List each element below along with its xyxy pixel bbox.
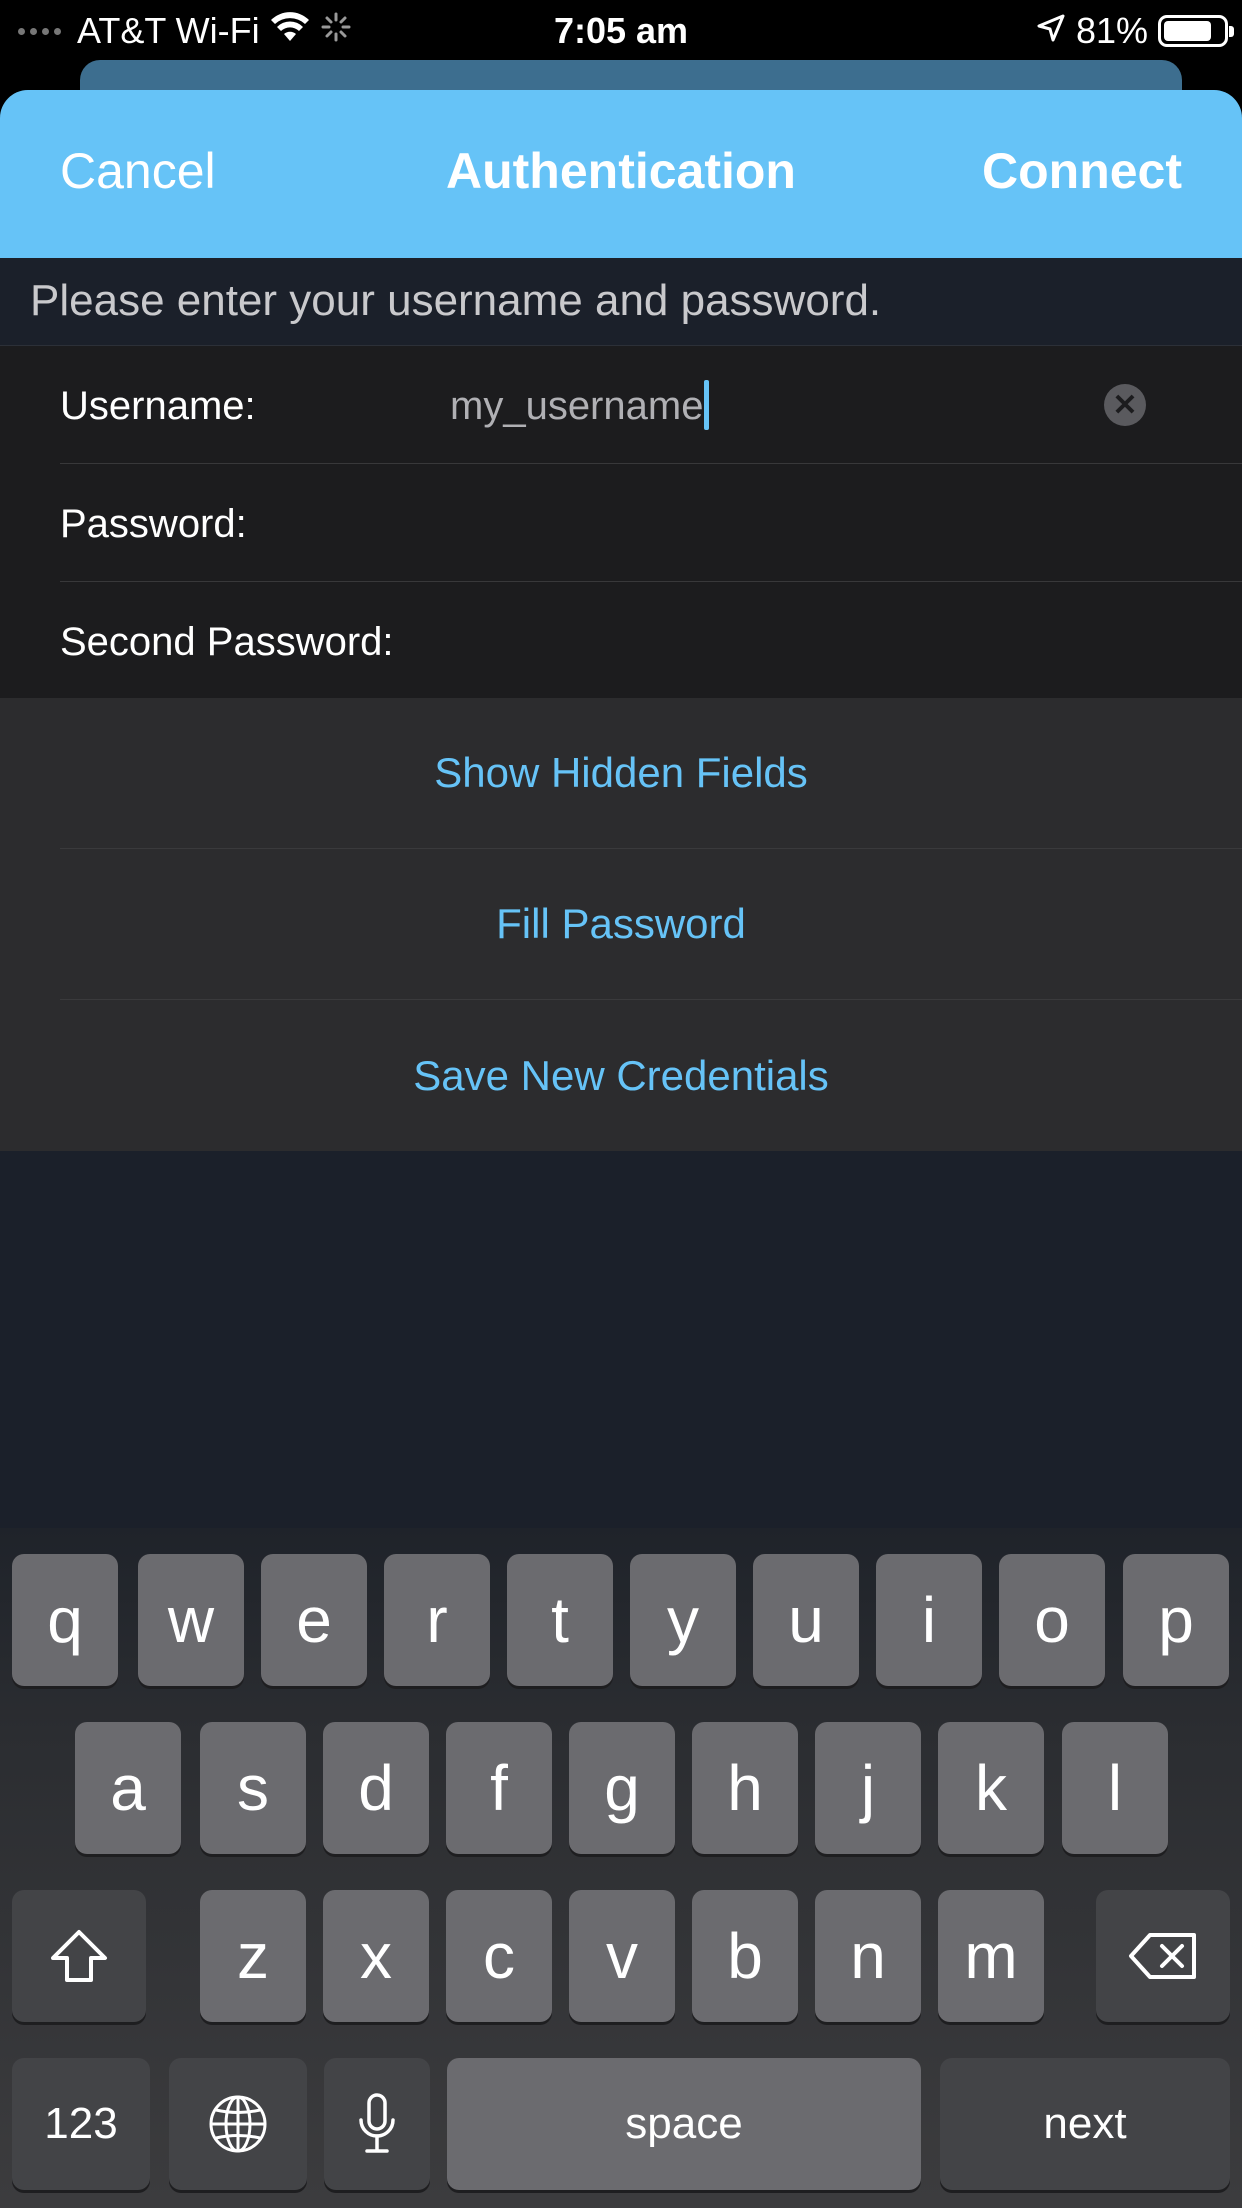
status-bar: AT&T Wi-Fi 7:05 am 81% [0, 0, 1242, 62]
next-key[interactable]: next [940, 2058, 1230, 2190]
key-d[interactable]: d [323, 1722, 429, 1854]
password-field[interactable]: Password: [60, 464, 1242, 582]
key-t[interactable]: t [507, 1554, 613, 1686]
battery-percent: 81% [1075, 10, 1148, 51]
username-input[interactable]: my_username [450, 380, 710, 431]
key-g[interactable]: g [569, 1722, 675, 1854]
delete-key[interactable] [1096, 1890, 1230, 2022]
key-j[interactable]: j [815, 1722, 921, 1854]
second-password-label: Second Password: [60, 620, 394, 664]
backspace-icon [1129, 1933, 1196, 1979]
second-password-field[interactable]: Second Password: [60, 582, 1242, 700]
key-e[interactable]: e [261, 1554, 367, 1686]
shift-icon [51, 1930, 107, 1982]
key-r[interactable]: r [384, 1554, 490, 1686]
key-z[interactable]: z [200, 1890, 306, 2022]
location-arrow-icon [1036, 10, 1066, 52]
username-label: Username: [60, 384, 256, 428]
key-w[interactable]: w [138, 1554, 244, 1686]
globe-icon [209, 2095, 267, 2153]
text-cursor [704, 380, 710, 431]
numbers-key[interactable]: 123 [12, 2058, 150, 2190]
username-field[interactable]: Username: my_username ✕ [60, 346, 1242, 464]
status-right-group: 81% [1036, 10, 1234, 52]
key-m[interactable]: m [938, 1890, 1044, 2022]
keyboard: q w e r t y u i o p a s d f g h j k l z … [0, 1528, 1242, 2208]
key-c[interactable]: c [446, 1890, 552, 2022]
save-new-credentials-button[interactable]: Save New Credentials [0, 1000, 1242, 1151]
clear-text-icon[interactable]: ✕ [1104, 384, 1146, 426]
key-o[interactable]: o [999, 1554, 1105, 1686]
shift-key[interactable] [12, 1890, 146, 2022]
key-v[interactable]: v [569, 1890, 675, 2022]
key-i[interactable]: i [876, 1554, 982, 1686]
key-k[interactable]: k [938, 1722, 1044, 1854]
battery-icon [1158, 15, 1234, 47]
username-value: my_username [450, 384, 704, 428]
key-y[interactable]: y [630, 1554, 736, 1686]
fill-password-button[interactable]: Fill Password [60, 849, 1242, 1000]
globe-key[interactable] [169, 2058, 307, 2190]
key-h[interactable]: h [692, 1722, 798, 1854]
key-s[interactable]: s [200, 1722, 306, 1854]
space-key[interactable]: space [447, 2058, 921, 2190]
key-n[interactable]: n [815, 1890, 921, 2022]
password-label: Password: [60, 502, 247, 546]
microphone-key[interactable] [324, 2058, 430, 2190]
battery-fill [1164, 21, 1211, 41]
key-q[interactable]: q [12, 1554, 118, 1686]
instruction-text: Please enter your username and password. [0, 258, 1242, 346]
microphone-icon [359, 2093, 395, 2153]
navigation-bar: Cancel Authentication Connect [0, 90, 1242, 258]
key-x[interactable]: x [323, 1890, 429, 2022]
key-f[interactable]: f [446, 1722, 552, 1854]
key-l[interactable]: l [1062, 1722, 1168, 1854]
actions-list: Show Hidden Fields Fill Password Save Ne… [0, 698, 1242, 1151]
connect-button[interactable]: Connect [982, 142, 1182, 200]
credentials-form: Username: my_username ✕ Password: Second… [0, 346, 1242, 700]
key-b[interactable]: b [692, 1890, 798, 2022]
show-hidden-fields-button[interactable]: Show Hidden Fields [60, 698, 1242, 849]
key-p[interactable]: p [1123, 1554, 1229, 1686]
key-a[interactable]: a [75, 1722, 181, 1854]
key-u[interactable]: u [753, 1554, 859, 1686]
